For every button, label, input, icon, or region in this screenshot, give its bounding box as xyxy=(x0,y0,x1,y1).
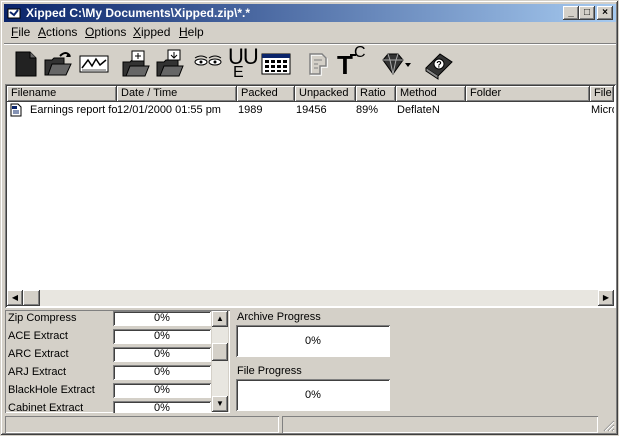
new-archive-icon[interactable] xyxy=(10,48,42,80)
open-archive-icon[interactable] xyxy=(42,48,74,80)
menu-actions[interactable]: Actions xyxy=(38,25,77,39)
menu-options-mnemonic: O xyxy=(85,25,95,39)
scroll-thumb[interactable] xyxy=(23,290,40,306)
menu-xipped-mnemonic: X xyxy=(133,25,142,39)
column-header-packed[interactable]: Packed xyxy=(237,86,295,102)
disabled-tool-icon[interactable] xyxy=(302,48,334,80)
engine-progress-bar: 0% xyxy=(113,311,211,326)
menu-help-label: elp xyxy=(187,25,204,39)
cell-date-time: 12/01/2000 01:55 pm xyxy=(117,104,221,116)
vertical-scrollbar[interactable]: ▲ ▼ xyxy=(212,311,228,412)
cell-unpacked: 19456 xyxy=(296,104,327,116)
cell-filename: Earnings report fo xyxy=(30,104,117,116)
list-item: Zip Compress 0% xyxy=(7,310,212,328)
engine-name: BlackHole Extract xyxy=(8,384,95,396)
toolbar: UU E T C ? xyxy=(4,43,616,83)
list-item: BlackHole Extract 0% xyxy=(7,382,212,400)
menu-bar: File Actions Options Xipped Help xyxy=(4,23,616,42)
uu-encode-sublabel: E xyxy=(233,64,244,81)
menu-options[interactable]: Options xyxy=(85,25,126,39)
scroll-right-button[interactable]: ▶ xyxy=(598,290,614,306)
close-button[interactable]: × xyxy=(597,6,613,20)
engine-progress-bar: 0% xyxy=(113,401,211,413)
svg-text:?: ? xyxy=(436,60,442,70)
status-pane-left xyxy=(5,416,279,433)
cell-ratio: 89% xyxy=(356,104,379,116)
extract-files-icon[interactable] xyxy=(154,48,186,80)
archive-progress-label: Archive Progress xyxy=(237,311,321,323)
add-files-icon[interactable] xyxy=(120,48,152,80)
scroll-left-button[interactable]: ◀ xyxy=(7,290,23,306)
scroll-thumb[interactable] xyxy=(212,343,228,361)
list-item: ARJ Extract 0% xyxy=(7,364,212,382)
file-progress-box: 0% xyxy=(236,379,390,411)
menu-help[interactable]: Help xyxy=(179,25,204,39)
cell-packed: 1989 xyxy=(238,104,263,116)
view-file-icon[interactable] xyxy=(78,48,110,80)
menu-actions-label: ctions xyxy=(46,25,78,39)
menu-xipped[interactable]: Xipped xyxy=(133,25,170,39)
tools-dash xyxy=(350,54,356,56)
help-book-icon[interactable]: ? xyxy=(422,48,454,80)
list-item: Cabinet Extract 0% xyxy=(7,400,212,413)
engine-name: Cabinet Extract xyxy=(8,402,84,413)
document-icon xyxy=(10,103,22,117)
xipped-app-icon[interactable] xyxy=(6,5,22,21)
minimize-button[interactable]: _ xyxy=(563,6,579,20)
column-header-method[interactable]: Method xyxy=(396,86,466,102)
cell-file: Micro xyxy=(591,104,614,116)
gem-dropdown-icon[interactable] xyxy=(380,48,412,80)
maximize-button[interactable]: □ xyxy=(579,6,595,20)
engine-progress-bar: 0% xyxy=(113,383,211,398)
list-item: ACE Extract 0% xyxy=(7,328,212,346)
tools-icon[interactable]: T C xyxy=(336,44,368,80)
menu-actions-mnemonic: A xyxy=(38,25,47,39)
file-progress-label: File Progress xyxy=(237,365,302,377)
engine-name: ARC Extract xyxy=(8,348,69,360)
column-header-date-time[interactable]: Date / Time xyxy=(117,86,237,102)
engine-progress-list: Zip Compress 0% ACE Extract 0% ARC Extra… xyxy=(5,310,230,413)
status-bar xyxy=(4,415,616,433)
engine-name: ACE Extract xyxy=(8,330,68,342)
menu-help-mnemonic: H xyxy=(179,25,188,39)
engine-progress-bar: 0% xyxy=(113,365,211,380)
column-header-file[interactable]: File xyxy=(590,86,614,102)
resize-grip-icon[interactable] xyxy=(603,420,615,432)
engine-name: Zip Compress xyxy=(8,312,77,324)
file-list[interactable]: Filename Date / Time Packed Unpacked Rat… xyxy=(5,84,616,308)
select-all-icon[interactable] xyxy=(260,48,292,80)
column-header-ratio[interactable]: Ratio xyxy=(356,86,396,102)
archive-progress-box: 0% xyxy=(236,325,390,357)
list-item: ARC Extract 0% xyxy=(7,346,212,364)
title-bar[interactable]: Xipped C:\My Documents\Xipped.zip\*.* _ … xyxy=(4,4,616,22)
menu-options-label: ptions xyxy=(94,25,127,39)
scroll-down-button[interactable]: ▼ xyxy=(212,396,228,412)
uu-encode-icon[interactable]: UU E xyxy=(226,44,259,81)
menu-file[interactable]: File xyxy=(11,25,30,39)
window-title: Xipped C:\My Documents\Xipped.zip\*.* xyxy=(26,6,251,20)
column-header-folder[interactable]: Folder xyxy=(466,86,590,102)
column-header-unpacked[interactable]: Unpacked xyxy=(295,86,356,102)
cell-method: DeflateN xyxy=(397,104,440,116)
view-icon[interactable] xyxy=(192,48,224,80)
tools-sublabel: C xyxy=(354,44,366,61)
menu-file-label: ile xyxy=(18,25,31,39)
menu-xipped-label: ipped xyxy=(141,25,171,39)
status-pane-right xyxy=(282,416,598,433)
scroll-up-button[interactable]: ▲ xyxy=(212,311,228,327)
column-header-filename[interactable]: Filename xyxy=(7,86,117,102)
engine-progress-bar: 0% xyxy=(113,329,211,344)
horizontal-scrollbar[interactable]: ◀ ▶ xyxy=(7,290,614,306)
application-window: Xipped C:\My Documents\Xipped.zip\*.* _ … xyxy=(0,0,619,436)
engine-name: ARJ Extract xyxy=(8,366,67,378)
cell-folder xyxy=(464,103,588,118)
engine-progress-bar: 0% xyxy=(113,347,211,362)
